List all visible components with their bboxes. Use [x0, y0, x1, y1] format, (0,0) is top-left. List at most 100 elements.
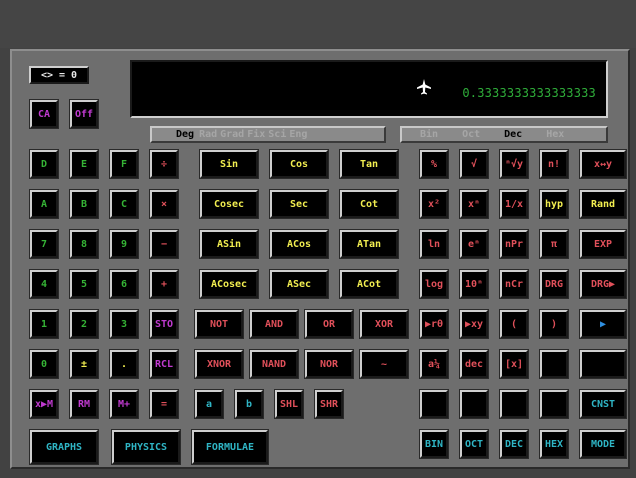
key-or[interactable]: OR	[304, 309, 354, 339]
key-blank-4[interactable]	[459, 389, 489, 419]
key-2[interactable]: 2	[69, 309, 99, 339]
key-1[interactable]: 1	[29, 309, 59, 339]
key-log[interactable]: log	[419, 269, 449, 299]
base-dec[interactable]: Dec	[504, 129, 522, 140]
key-0[interactable]: 0	[29, 349, 59, 379]
key-hex-c[interactable]: C	[109, 189, 139, 219]
key-fraction[interactable]: a¼	[419, 349, 449, 379]
key-drg[interactable]: DRG	[539, 269, 569, 299]
base-dec-button[interactable]: DEC	[499, 429, 529, 459]
mode-sci[interactable]: Sci	[268, 129, 286, 140]
key-recall[interactable]: RCL	[149, 349, 179, 379]
key-cot[interactable]: Cot	[339, 189, 399, 219]
key-asin[interactable]: ASin	[199, 229, 259, 259]
key-to-rectangular[interactable]: ▶xy	[459, 309, 489, 339]
key-pi[interactable]: π	[539, 229, 569, 259]
key-cos[interactable]: Cos	[269, 149, 329, 179]
key-reciprocal[interactable]: 1/x	[499, 189, 529, 219]
key-not[interactable]: NOT	[194, 309, 244, 339]
key-nth-root[interactable]: ⁿ√y	[499, 149, 529, 179]
key-x-squared[interactable]: x²	[419, 189, 449, 219]
key-asec[interactable]: ASec	[269, 269, 329, 299]
key-ten-power-n[interactable]: 10ⁿ	[459, 269, 489, 299]
off-button[interactable]: Off	[69, 99, 99, 129]
graphs-button[interactable]: GRAPHS	[29, 429, 99, 465]
key-9[interactable]: 9	[109, 229, 139, 259]
key-decimal-point[interactable]: .	[109, 349, 139, 379]
key-tilde[interactable]: ~	[359, 349, 409, 379]
key-blank-1[interactable]	[539, 349, 569, 379]
key-store[interactable]: STO	[149, 309, 179, 339]
key-x-power-n[interactable]: xⁿ	[459, 189, 489, 219]
key-equals[interactable]: =	[149, 389, 179, 419]
key-subtract[interactable]: −	[149, 229, 179, 259]
key-hex-b[interactable]: B	[69, 189, 99, 219]
key-square-root[interactable]: √	[459, 149, 489, 179]
key-8[interactable]: 8	[69, 229, 99, 259]
key-shift-right[interactable]: SHR	[314, 389, 344, 419]
key-add[interactable]: +	[149, 269, 179, 299]
key-acot[interactable]: ACot	[339, 269, 399, 299]
key-factorial[interactable]: n!	[539, 149, 569, 179]
base-hex[interactable]: Hex	[546, 129, 564, 140]
key-xnor[interactable]: XNOR	[194, 349, 244, 379]
key-e-power-n[interactable]: eⁿ	[459, 229, 489, 259]
key-integer-part[interactable]: [x]	[499, 349, 529, 379]
key-atan[interactable]: ATan	[339, 229, 399, 259]
base-oct[interactable]: Oct	[462, 129, 480, 140]
key-blank-3[interactable]	[419, 389, 449, 419]
mode-grad[interactable]: Grad	[220, 129, 244, 140]
key-plus-minus[interactable]: ±	[69, 349, 99, 379]
key-random[interactable]: Rand	[579, 189, 627, 219]
base-bin[interactable]: Bin	[420, 129, 438, 140]
mode-rad[interactable]: Rad	[199, 129, 217, 140]
key-hex-d[interactable]: D	[29, 149, 59, 179]
key-a-register[interactable]: a	[194, 389, 224, 419]
mode-eng[interactable]: Eng	[289, 129, 307, 140]
key-hex-e[interactable]: E	[69, 149, 99, 179]
formulae-button[interactable]: FORMULAE	[191, 429, 269, 465]
key-shift-left[interactable]: SHL	[274, 389, 304, 419]
key-5[interactable]: 5	[69, 269, 99, 299]
mode-deg[interactable]: Deg	[176, 129, 194, 140]
key-recall-memory[interactable]: RM	[69, 389, 99, 419]
key-decimal-convert[interactable]: dec	[459, 349, 489, 379]
key-to-polar[interactable]: ▶rθ	[419, 309, 449, 339]
key-combination[interactable]: nCr	[499, 269, 529, 299]
key-blank-6[interactable]	[539, 389, 569, 419]
key-store-memory[interactable]: x▶M	[29, 389, 59, 419]
key-acosec[interactable]: ACosec	[199, 269, 259, 299]
key-percent[interactable]: %	[419, 149, 449, 179]
base-bin-button[interactable]: BIN	[419, 429, 449, 459]
key-multiply[interactable]: ×	[149, 189, 179, 219]
key-and[interactable]: AND	[249, 309, 299, 339]
key-acos[interactable]: ACos	[269, 229, 329, 259]
key-exponent[interactable]: EXP	[579, 229, 627, 259]
key-drg-convert[interactable]: DRG▶	[579, 269, 627, 299]
mode-button[interactable]: MODE	[579, 429, 627, 459]
base-hex-button[interactable]: HEX	[539, 429, 569, 459]
key-memory-plus[interactable]: M+	[109, 389, 139, 419]
key-permutation[interactable]: nPr	[499, 229, 529, 259]
base-oct-button[interactable]: OCT	[459, 429, 489, 459]
key-right-paren[interactable]: )	[539, 309, 569, 339]
key-blank-5[interactable]	[499, 389, 529, 419]
key-nor[interactable]: NOR	[304, 349, 354, 379]
key-4[interactable]: 4	[29, 269, 59, 299]
key-nand[interactable]: NAND	[249, 349, 299, 379]
physics-button[interactable]: PHYSICS	[111, 429, 181, 465]
key-3[interactable]: 3	[109, 309, 139, 339]
key-hex-a[interactable]: A	[29, 189, 59, 219]
key-tan[interactable]: Tan	[339, 149, 399, 179]
key-natural-log[interactable]: ln	[419, 229, 449, 259]
clear-all-button[interactable]: CA	[29, 99, 59, 129]
key-left-paren[interactable]: (	[499, 309, 529, 339]
key-blank-2[interactable]	[579, 349, 627, 379]
key-6[interactable]: 6	[109, 269, 139, 299]
key-7[interactable]: 7	[29, 229, 59, 259]
key-sec[interactable]: Sec	[269, 189, 329, 219]
key-xor[interactable]: XOR	[359, 309, 409, 339]
key-b-register[interactable]: b	[234, 389, 264, 419]
key-divide[interactable]: ÷	[149, 149, 179, 179]
key-hyperbolic[interactable]: hyp	[539, 189, 569, 219]
